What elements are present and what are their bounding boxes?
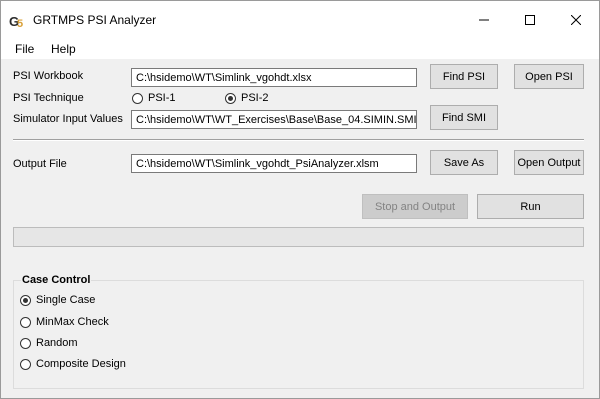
radio-unchecked-icon xyxy=(20,316,31,328)
app-window: G 5 GRTMPS PSI Analyzer File Help PSI Wo… xyxy=(0,0,600,399)
find-psi-button[interactable]: Find PSI xyxy=(430,64,498,89)
psi1-radio[interactable]: PSI-1 xyxy=(132,92,176,104)
simulator-input-field[interactable]: C:\hsidemo\WT\WT_Exercises\Base\Base_04.… xyxy=(131,110,417,129)
menu-help[interactable]: Help xyxy=(49,41,78,57)
single-case-label: Single Case xyxy=(36,294,96,306)
psi2-radio-label: PSI-2 xyxy=(241,92,269,104)
radio-unchecked-icon xyxy=(20,358,31,370)
single-case-radio[interactable]: Single Case xyxy=(20,294,95,306)
psi-technique-label: PSI Technique xyxy=(13,92,84,104)
radio-unchecked-icon xyxy=(132,92,143,104)
psi2-radio[interactable]: PSI-2 xyxy=(225,92,269,104)
psi-workbook-label: PSI Workbook xyxy=(13,70,84,82)
open-output-button[interactable]: Open Output xyxy=(514,150,584,175)
case-control-title: Case Control xyxy=(21,274,92,286)
menu-file[interactable]: File xyxy=(13,41,36,57)
open-psi-button[interactable]: Open PSI xyxy=(514,64,584,89)
radio-checked-icon xyxy=(225,92,236,104)
close-button[interactable] xyxy=(553,1,599,39)
progress-bar xyxy=(13,227,584,247)
stop-and-output-button[interactable]: Stop and Output xyxy=(362,194,468,219)
minimize-icon xyxy=(479,19,489,21)
random-label: Random xyxy=(36,337,78,349)
psi-workbook-field[interactable]: C:\hsidemo\WT\Simlink_vgohdt.xlsx xyxy=(131,68,417,87)
radio-unchecked-icon xyxy=(20,337,31,349)
minimize-button[interactable] xyxy=(461,1,507,39)
minmax-check-label: MinMax Check xyxy=(36,316,109,328)
maximize-icon xyxy=(525,15,535,25)
run-button[interactable]: Run xyxy=(477,194,584,219)
save-as-button[interactable]: Save As xyxy=(430,150,498,175)
app-logo-icon: G 5 xyxy=(9,13,27,29)
separator xyxy=(13,139,584,141)
title-bar[interactable]: G 5 GRTMPS PSI Analyzer xyxy=(1,1,599,39)
composite-design-radio[interactable]: Composite Design xyxy=(20,358,126,370)
simulator-input-label: Simulator Input Values xyxy=(13,113,123,125)
random-radio[interactable]: Random xyxy=(20,337,78,349)
composite-design-label: Composite Design xyxy=(36,358,126,370)
output-file-label: Output File xyxy=(13,158,67,170)
radio-checked-icon xyxy=(20,294,31,306)
menu-bar: File Help xyxy=(1,39,599,59)
minmax-check-radio[interactable]: MinMax Check xyxy=(20,316,109,328)
close-icon xyxy=(571,15,581,25)
output-file-field[interactable]: C:\hsidemo\WT\Simlink_vgohdt_PsiAnalyzer… xyxy=(131,154,417,173)
case-control-group xyxy=(13,280,584,389)
svg-text:5: 5 xyxy=(17,18,23,29)
maximize-button[interactable] xyxy=(507,1,553,39)
window-title: GRTMPS PSI Analyzer xyxy=(33,13,157,27)
find-smi-button[interactable]: Find SMI xyxy=(430,105,498,130)
psi1-radio-label: PSI-1 xyxy=(148,92,176,104)
